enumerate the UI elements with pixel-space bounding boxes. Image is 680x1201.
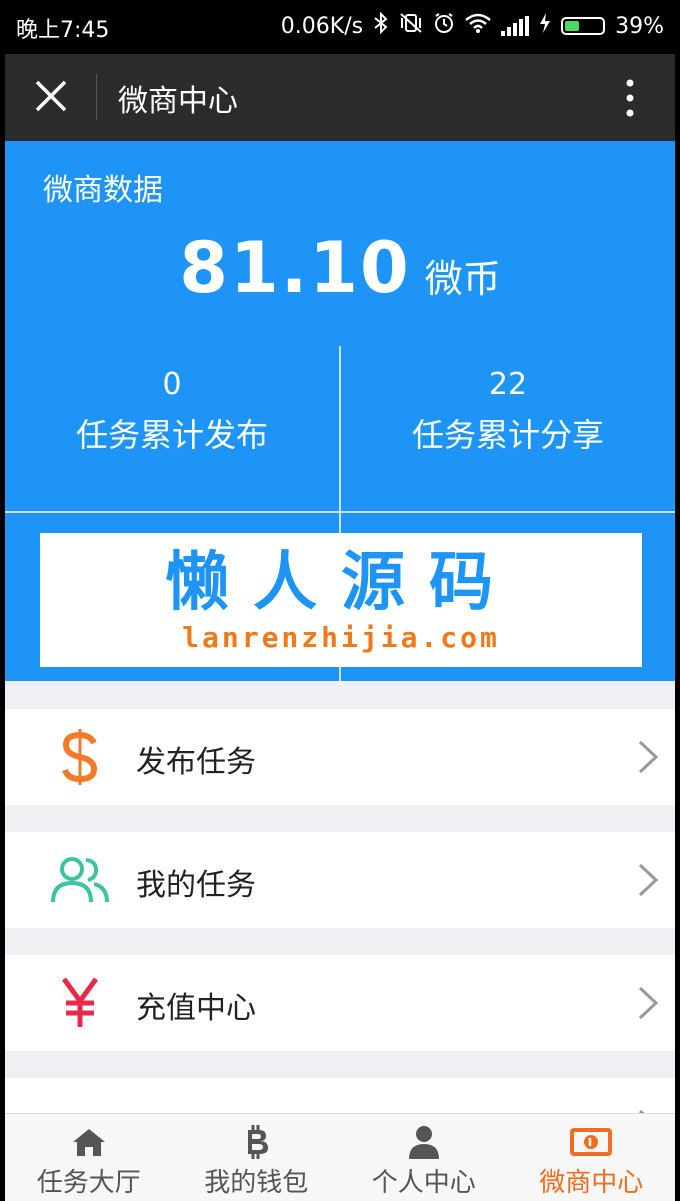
stat-published-value: 0: [162, 367, 182, 402]
users-icon: [45, 852, 115, 908]
stat-shared-value: 22: [488, 367, 528, 402]
watermark-banner: 懒人源码 lanrenzhijia.com: [40, 533, 642, 667]
bottom-nav: 任务大厅 我的钱包 个人中心 微商中心: [5, 1113, 675, 1201]
menu-item-label: 发布任务: [136, 745, 256, 780]
battery-percent: 39%: [615, 13, 664, 39]
yen-icon: [45, 975, 115, 1031]
chevron-right-icon: [638, 863, 659, 897]
stat-shared[interactable]: 22 任务累计分享: [341, 367, 675, 456]
status-right: 0.06K/s 39%: [280, 11, 664, 40]
nav-personal-center[interactable]: 个人中心: [340, 1114, 508, 1201]
dollar-icon: [45, 729, 115, 785]
vibrate-off-icon: [399, 12, 423, 40]
close-icon[interactable]: [33, 78, 69, 114]
menu-item-publish-task[interactable]: 发布任务: [5, 709, 675, 805]
alarm-icon: [433, 12, 455, 40]
nav-my-wallet[interactable]: 我的钱包: [173, 1114, 341, 1201]
nav-task-hall[interactable]: 任务大厅: [5, 1114, 173, 1201]
stat-published-label: 任务累计发布: [75, 416, 268, 454]
nav-merchant-center[interactable]: 微商中心: [508, 1114, 676, 1201]
charging-icon: [539, 12, 551, 40]
stat-published[interactable]: 0 任务累计发布: [5, 367, 339, 456]
person-icon: [340, 1122, 508, 1162]
watermark-text-en: lanrenzhijia.com: [182, 621, 500, 654]
balance-value: 81.10: [179, 227, 411, 309]
page-title: 微商中心: [118, 84, 238, 119]
stats-divider-horizontal: [5, 511, 675, 513]
status-time: 晚上7:45: [16, 18, 110, 43]
menu-item-recharge-center[interactable]: 充值中心: [5, 955, 675, 1051]
watermark-text-cn: 懒人源码: [165, 546, 517, 620]
menu-item-label: 充值中心: [136, 991, 256, 1026]
app-frame: 晚上7:45 0.06K/s 39% 微商中心 微商数据 81.10 微币 0 …: [5, 0, 675, 1201]
balance-unit: 微币: [424, 257, 501, 301]
status-bar: 晚上7:45 0.06K/s 39%: [5, 0, 675, 54]
stat-shared-label: 任务累计分享: [411, 416, 604, 454]
nav-label: 微商中心: [539, 1168, 644, 1198]
chevron-right-icon: [638, 986, 659, 1020]
nav-label: 个人中心: [371, 1168, 476, 1198]
bluetooth-icon: [373, 11, 389, 40]
title-bar: 微商中心: [5, 54, 675, 141]
battery-icon: [561, 17, 606, 35]
more-options-icon[interactable]: [625, 78, 635, 118]
signal-icon: [501, 16, 530, 36]
panel-label: 微商数据: [43, 173, 163, 208]
title-divider: [96, 74, 97, 120]
menu-item-label: 我的任务: [136, 868, 256, 903]
money-icon: [508, 1122, 676, 1162]
nav-label: 我的钱包: [204, 1168, 309, 1198]
bitcoin-icon: [173, 1122, 341, 1162]
balance-amount: 81.10 微币: [5, 227, 675, 309]
menu-item-my-tasks[interactable]: 我的任务: [5, 832, 675, 928]
chevron-right-icon: [638, 740, 659, 774]
wifi-icon: [465, 13, 491, 39]
network-speed: 0.06K/s: [280, 13, 364, 39]
nav-label: 任务大厅: [36, 1168, 141, 1198]
home-icon: [5, 1122, 173, 1162]
